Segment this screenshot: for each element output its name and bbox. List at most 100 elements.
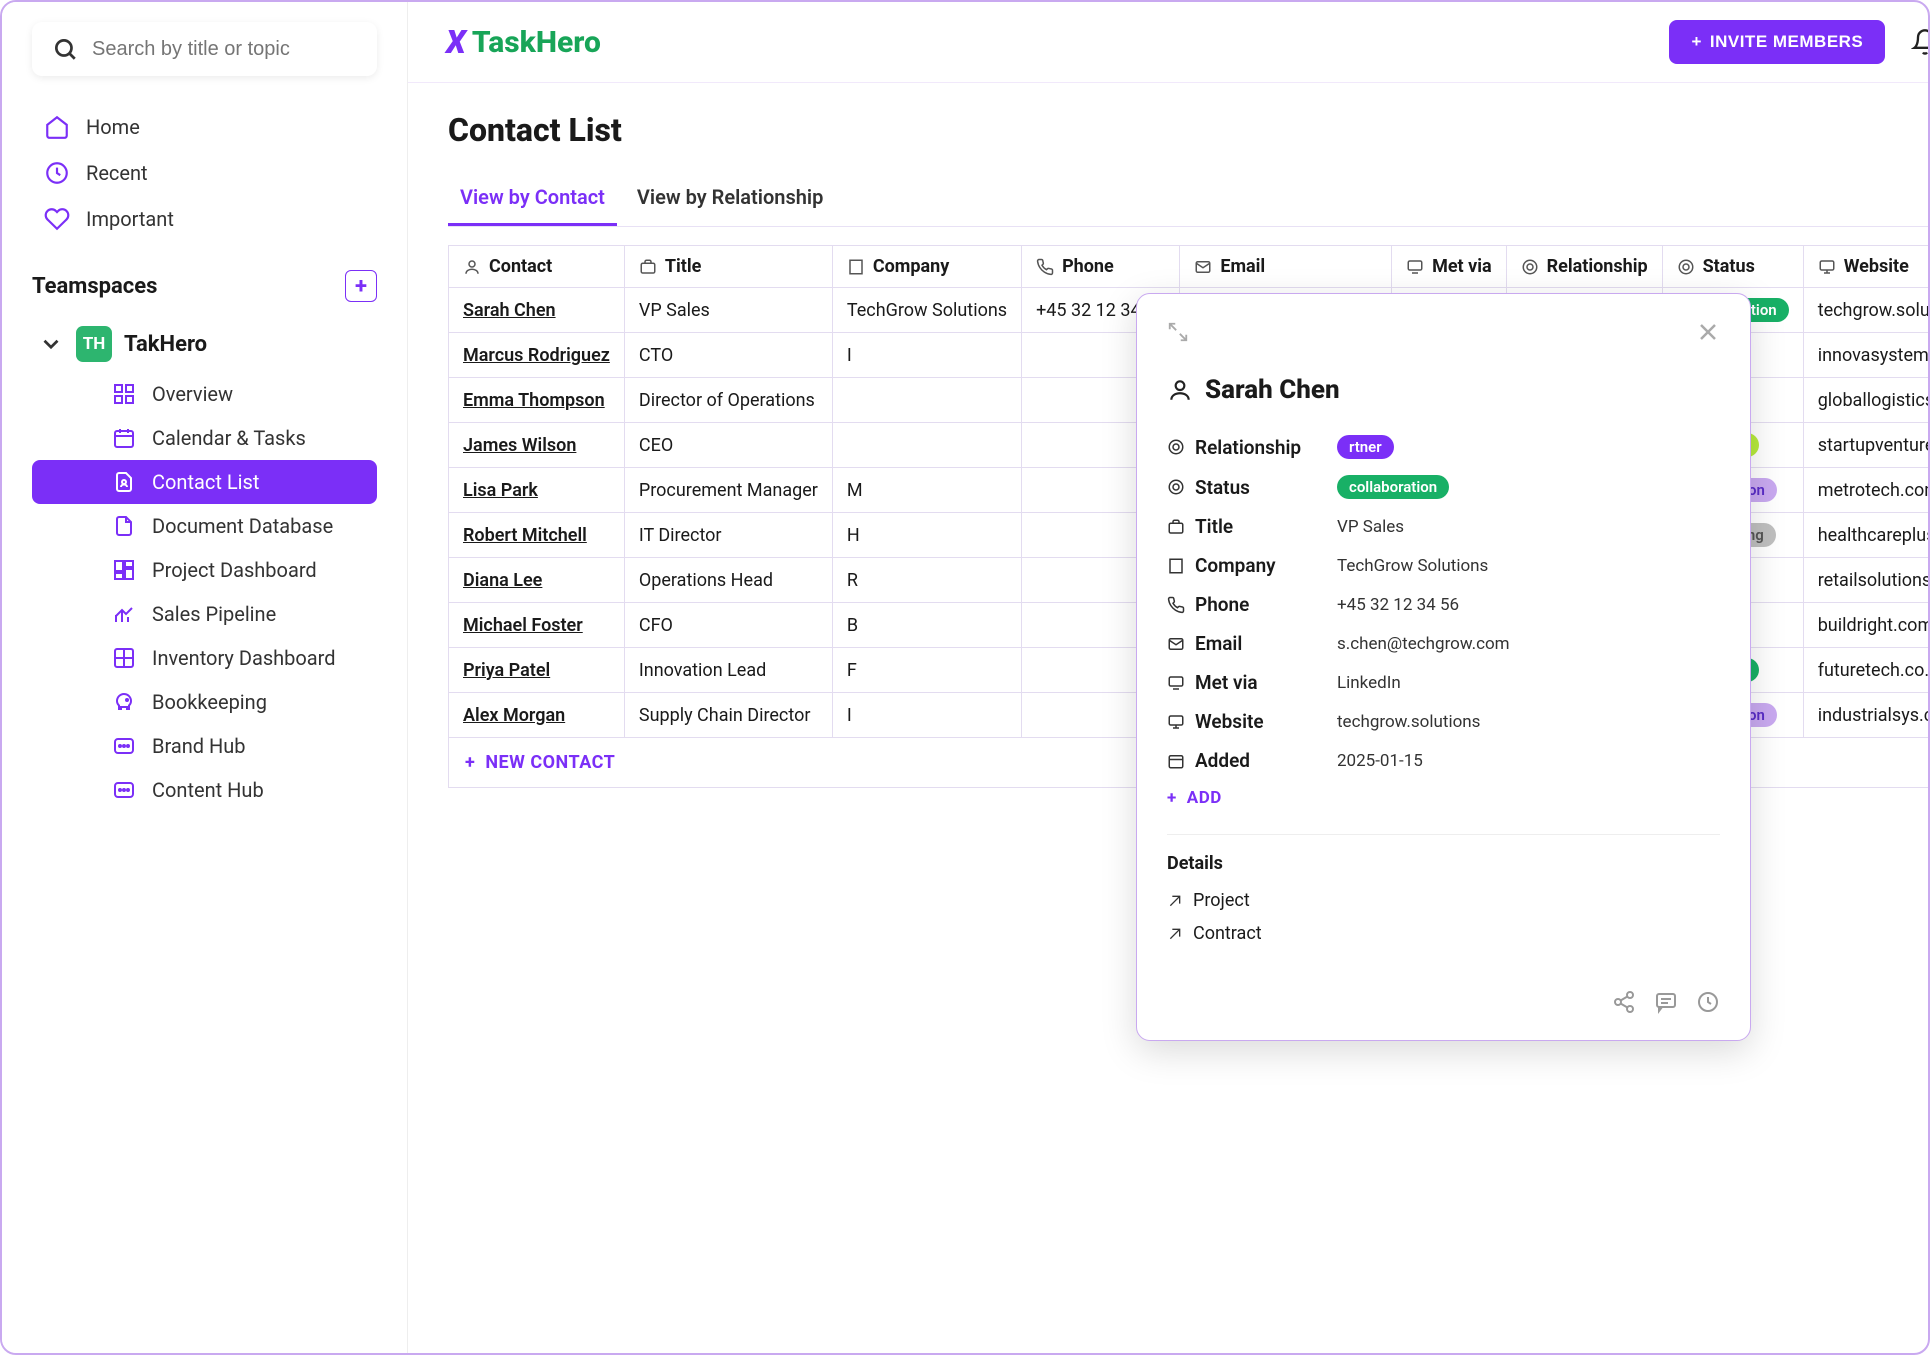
cell-contact[interactable]: Alex Morgan — [449, 693, 625, 738]
cell-company: I — [832, 693, 1021, 738]
invite-members-button[interactable]: + INVITE MEMBERS — [1669, 20, 1885, 64]
cell-contact[interactable]: Marcus Rodriguez — [449, 333, 625, 378]
tab-view-by-contact[interactable]: View by Contact — [448, 171, 617, 226]
cell-website: futuretech.co.uk — [1803, 648, 1930, 693]
search-box[interactable] — [32, 22, 377, 76]
clock-icon — [44, 160, 70, 186]
logo-text: TaskHero — [472, 25, 601, 60]
ws-docs[interactable]: Document Database — [32, 504, 377, 548]
col-website[interactable]: Website — [1803, 246, 1930, 288]
building-icon — [1167, 557, 1185, 575]
ws-inventory[interactable]: Inventory Dashboard — [32, 636, 377, 680]
arrow-icon — [1167, 893, 1183, 909]
plus-icon: + — [465, 752, 475, 773]
cell-contact[interactable]: Emma Thompson — [449, 378, 625, 423]
phone-icon — [1036, 258, 1054, 276]
col-contact[interactable]: Contact — [449, 246, 625, 288]
cell-contact[interactable]: Robert Mitchell — [449, 513, 625, 558]
col-status[interactable]: Status — [1662, 246, 1803, 288]
arrow-icon — [1167, 926, 1183, 942]
ws-overview[interactable]: Overview — [32, 372, 377, 416]
col-title[interactable]: Title — [624, 246, 832, 288]
cell-contact[interactable]: Diana Lee — [449, 558, 625, 603]
cell-company: TechGrow Solutions — [832, 288, 1021, 333]
page-title: Contact List — [448, 111, 1930, 149]
ws-label: Document Database — [152, 514, 333, 538]
cell-website: metrotech.com — [1803, 468, 1930, 513]
device-icon — [1406, 258, 1424, 276]
popup-metvia-value: LinkedIn — [1337, 673, 1401, 693]
ws-brand[interactable]: Brand Hub — [32, 724, 377, 768]
expand-icon[interactable] — [1167, 320, 1189, 351]
cell-title: CEO — [624, 423, 832, 468]
ws-bookkeeping[interactable]: Bookkeeping — [32, 680, 377, 724]
cell-contact[interactable]: Sarah Chen — [449, 288, 625, 333]
col-relationship[interactable]: Relationship — [1506, 246, 1662, 288]
cell-title: VP Sales — [624, 288, 832, 333]
popup-title-value: VP Sales — [1337, 517, 1404, 537]
ws-label: Contact List — [152, 470, 259, 494]
comment-icon[interactable] — [1654, 990, 1678, 1014]
col-phone[interactable]: Phone — [1022, 246, 1180, 288]
cell-title: Supply Chain Director — [624, 693, 832, 738]
col-metvia[interactable]: Met via — [1392, 246, 1507, 288]
ws-content[interactable]: Content Hub — [32, 768, 377, 812]
ws-contacts[interactable]: Contact List — [32, 460, 377, 504]
nav-label: Important — [86, 207, 174, 231]
target-icon — [1677, 258, 1695, 276]
teamspace-toggle[interactable]: TH TakHero — [32, 316, 377, 372]
history-icon[interactable] — [1696, 990, 1720, 1014]
detail-link-contract[interactable]: Contract — [1167, 917, 1720, 950]
cell-company: H — [832, 513, 1021, 558]
nav-important[interactable]: Important — [32, 196, 377, 242]
ws-sales[interactable]: Sales Pipeline — [32, 592, 377, 636]
detail-link-project[interactable]: Project — [1167, 884, 1720, 917]
cell-company: I — [832, 333, 1021, 378]
close-icon[interactable] — [1696, 320, 1720, 351]
cell-contact[interactable]: Lisa Park — [449, 468, 625, 513]
cell-contact[interactable]: Priya Patel — [449, 648, 625, 693]
cell-title: Innovation Lead — [624, 648, 832, 693]
search-input[interactable] — [92, 38, 357, 61]
add-teamspace-button[interactable]: + — [345, 270, 377, 302]
cell-website: buildright.com — [1803, 603, 1930, 648]
share-icon[interactable] — [1612, 990, 1636, 1014]
teamspace-name: TakHero — [124, 332, 207, 357]
ws-label: Inventory Dashboard — [152, 646, 336, 670]
person-icon — [463, 258, 481, 276]
nav-home[interactable]: Home — [32, 104, 377, 150]
search-icon — [52, 36, 78, 62]
briefcase-icon — [639, 258, 657, 276]
bell-icon[interactable] — [1911, 28, 1930, 56]
teamspace-badge: TH — [76, 326, 112, 362]
col-email[interactable]: Email — [1180, 246, 1392, 288]
tab-view-by-relationship[interactable]: View by Relationship — [625, 171, 835, 226]
heart-icon — [44, 206, 70, 232]
col-company[interactable]: Company — [832, 246, 1021, 288]
briefcase-icon — [1167, 518, 1185, 536]
invite-label: INVITE MEMBERS — [1710, 32, 1863, 52]
nav-label: Home — [86, 115, 140, 139]
cell-company: F — [832, 648, 1021, 693]
grid-icon — [112, 382, 136, 406]
ws-calendar[interactable]: Calendar & Tasks — [32, 416, 377, 460]
contact-detail-popup: Sarah Chen Relationshiprtner Statuscolla… — [1136, 293, 1751, 1041]
cell-website: techgrow.solutions — [1803, 288, 1930, 333]
cell-website: retailsolutions.com — [1803, 558, 1930, 603]
cell-website: innovasystems.com — [1803, 333, 1930, 378]
cell-website: startupventures.io — [1803, 423, 1930, 468]
ws-projects[interactable]: Project Dashboard — [32, 548, 377, 592]
cell-company: R — [832, 558, 1021, 603]
cell-website: globallogistics.co — [1803, 378, 1930, 423]
ws-label: Sales Pipeline — [152, 602, 276, 626]
cell-company: M — [832, 468, 1021, 513]
contact-icon — [112, 470, 136, 494]
add-field-button[interactable]: +ADD — [1167, 780, 1720, 826]
cell-contact[interactable]: James Wilson — [449, 423, 625, 468]
cell-contact[interactable]: Michael Foster — [449, 603, 625, 648]
teamspaces-heading: Teamspaces — [32, 274, 157, 299]
plus-icon: + — [1691, 32, 1701, 52]
logo-mark-icon: X — [446, 23, 466, 61]
nav-recent[interactable]: Recent — [32, 150, 377, 196]
cell-title: CTO — [624, 333, 832, 378]
